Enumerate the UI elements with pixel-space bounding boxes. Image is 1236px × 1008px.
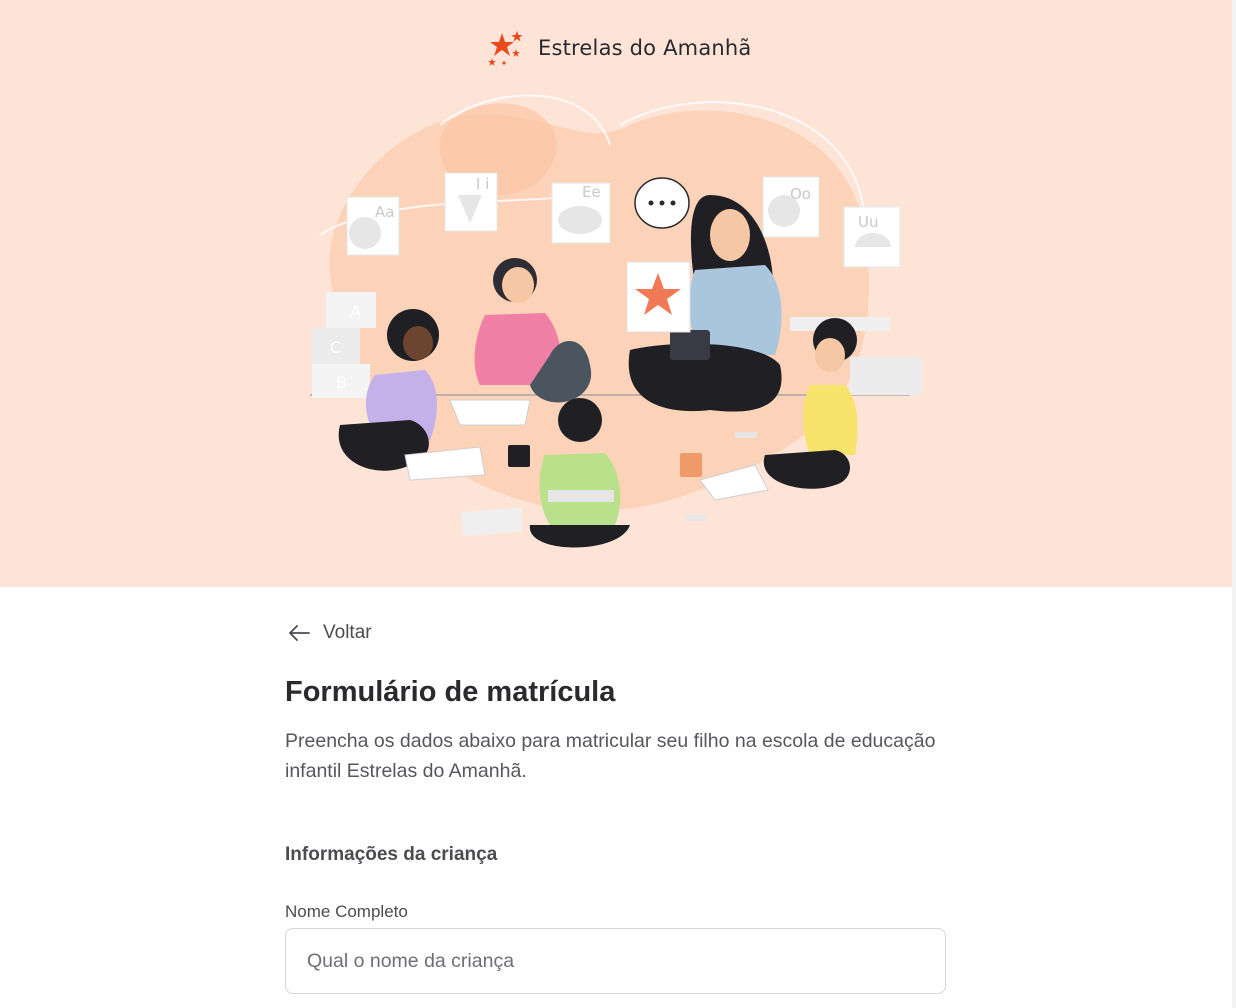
page-title: Formulário de matrícula [285, 676, 616, 708]
teacher-with-children-illustration: Aa I i Ee Oo Uu A C B [310, 94, 922, 548]
letter-card-ee: Ee [551, 182, 611, 244]
svg-text:Ee: Ee [582, 183, 601, 201]
svg-text:Oo: Oo [790, 185, 811, 203]
svg-text:C: C [330, 338, 341, 357]
back-label: Voltar [323, 622, 372, 643]
full-name-label: Nome Completo [285, 902, 408, 921]
brand-logo[interactable]: Estrelas do Amanhã [486, 28, 752, 68]
svg-text:Aa: Aa [375, 203, 394, 221]
scrollbar-track[interactable] [1232, 0, 1236, 1008]
hero-banner: Estrelas do Amanhã Aa I i Ee Oo Uu A C B [0, 0, 1232, 587]
speech-bubble [634, 177, 690, 229]
arrow-left-icon [289, 625, 310, 641]
stars-icon [488, 31, 523, 66]
star-card [626, 261, 691, 333]
svg-text:Uu: Uu [858, 213, 879, 231]
back-button[interactable]: Voltar [285, 616, 372, 650]
letter-card-ii: I i [444, 172, 498, 232]
letter-card-uu: Uu [843, 206, 901, 268]
section-title-child-info: Informações da criança [285, 844, 498, 865]
svg-text:B: B [336, 373, 347, 392]
svg-text:A: A [350, 302, 361, 321]
brand-name: Estrelas do Amanhã [538, 36, 752, 60]
svg-text:I i: I i [476, 175, 489, 193]
letter-card-aa: Aa [346, 196, 400, 256]
letter-card-oo: Oo [762, 176, 820, 238]
page-description: Preencha os dados abaixo para matricular… [285, 730, 936, 782]
full-name-input[interactable] [285, 928, 946, 994]
